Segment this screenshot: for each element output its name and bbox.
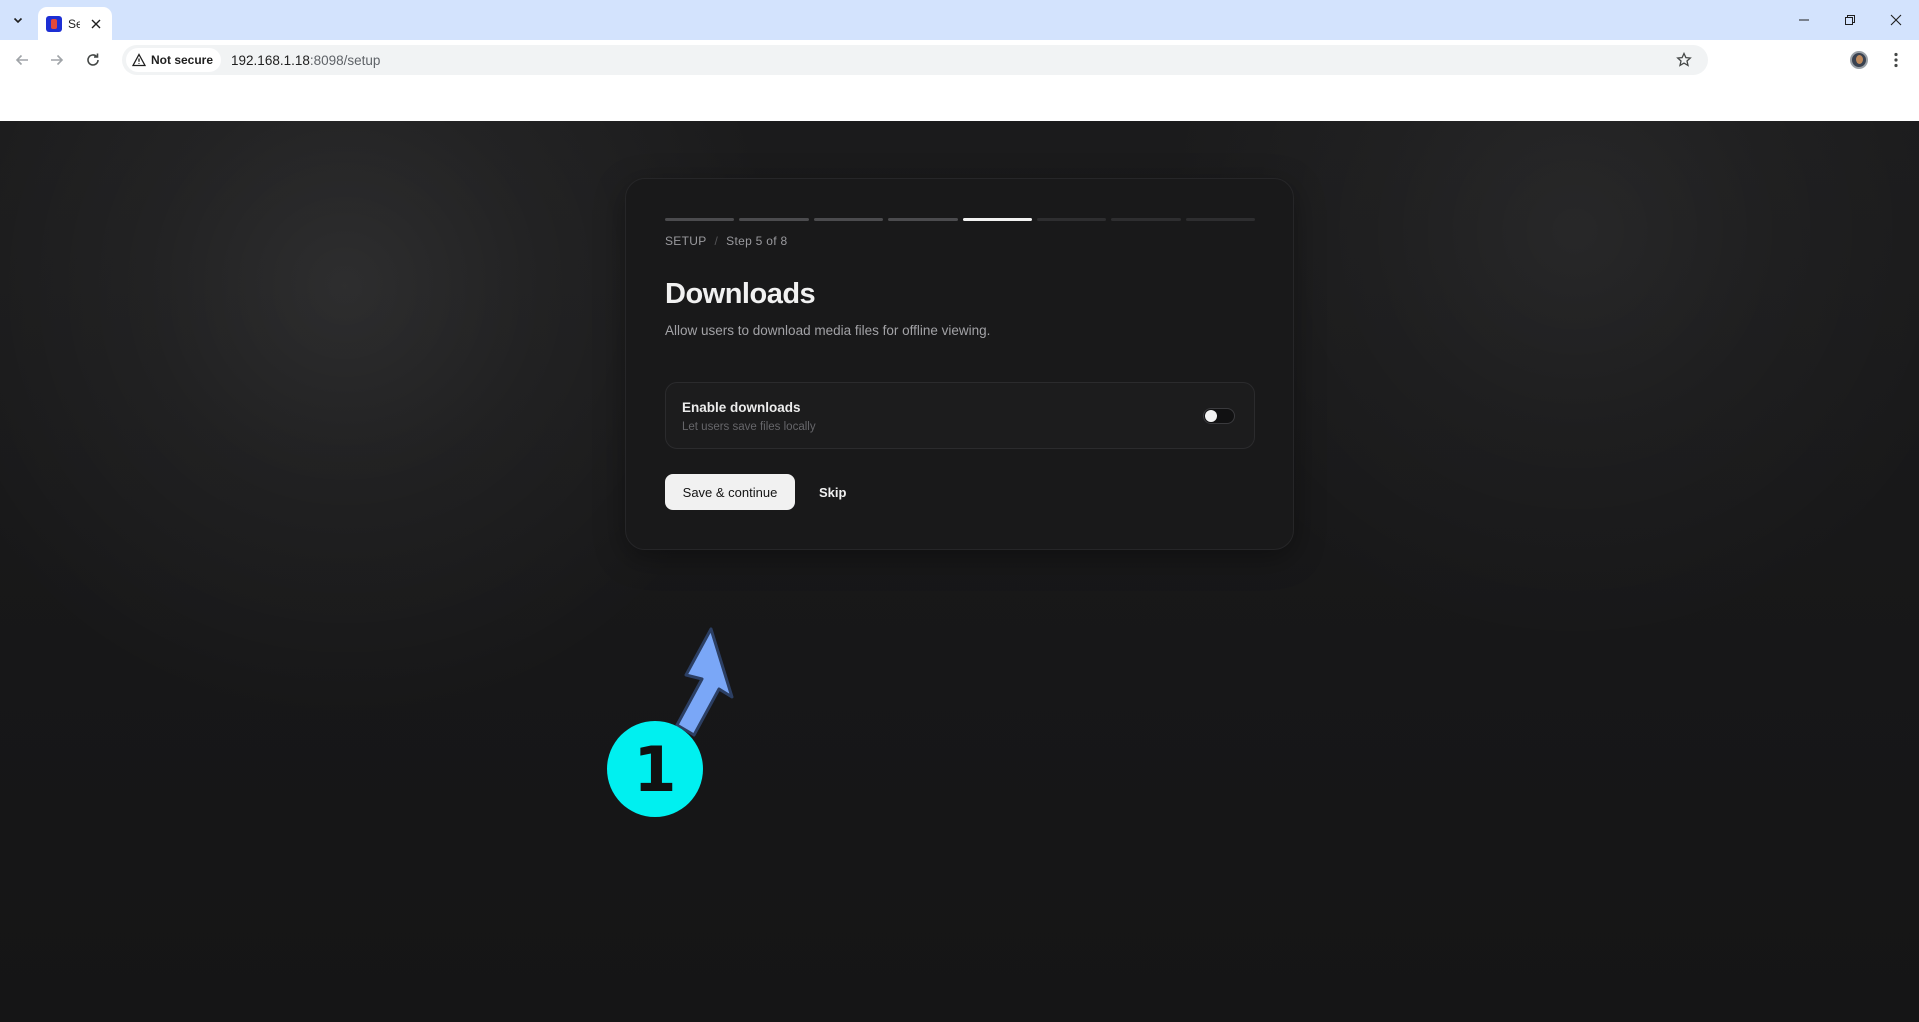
minimize-icon bbox=[1799, 19, 1809, 21]
step-progress bbox=[665, 218, 1255, 221]
minimize-button[interactable] bbox=[1781, 0, 1827, 40]
close-icon bbox=[91, 19, 101, 28]
option-title: Enable downloads bbox=[682, 400, 801, 415]
forward-button[interactable] bbox=[45, 48, 69, 72]
address-bar[interactable]: Not secure 192.168.1.18:8098/setup bbox=[122, 45, 1708, 75]
browser-tab[interactable]: Se bbox=[38, 7, 112, 40]
reload-button[interactable] bbox=[81, 48, 105, 72]
progress-step-5 bbox=[962, 218, 1032, 221]
warning-icon bbox=[132, 53, 146, 67]
breadcrumb: SETUP / Step 5 of 8 bbox=[665, 234, 788, 248]
save-continue-button[interactable]: Save & continue bbox=[665, 474, 795, 510]
breadcrumb-section: SETUP bbox=[665, 234, 707, 248]
progress-step-6 bbox=[1036, 218, 1107, 221]
browser-tabstrip: Se bbox=[0, 0, 1919, 40]
security-chip[interactable]: Not secure bbox=[126, 48, 222, 72]
setup-page: SETUP / Step 5 of 8 Downloads Allow user… bbox=[0, 121, 1919, 1022]
annotation-step-badge: 1 bbox=[607, 721, 703, 817]
enable-downloads-option: Enable downloads Let users save files lo… bbox=[665, 382, 1255, 449]
site-favicon-icon bbox=[46, 15, 62, 32]
tab-title: Se bbox=[68, 16, 80, 31]
restore-button[interactable] bbox=[1827, 0, 1873, 40]
restore-icon bbox=[1845, 15, 1855, 25]
option-description: Let users save files locally bbox=[682, 421, 816, 433]
browser-toolbar: Not secure 192.168.1.18:8098/setup bbox=[0, 40, 1919, 80]
page-title: Downloads bbox=[665, 278, 816, 310]
breadcrumb-separator: / bbox=[714, 234, 719, 248]
close-window-button[interactable] bbox=[1873, 0, 1919, 40]
chevron-down-icon bbox=[13, 17, 23, 24]
url-text[interactable]: 192.168.1.18:8098/setup bbox=[231, 53, 380, 68]
progress-step-3 bbox=[813, 218, 884, 221]
enable-downloads-toggle[interactable] bbox=[1203, 408, 1235, 424]
setup-card: SETUP / Step 5 of 8 Downloads Allow user… bbox=[625, 178, 1294, 550]
page-subtitle: Allow users to download media files for … bbox=[665, 323, 991, 338]
url-path: :8098/setup bbox=[309, 52, 381, 68]
progress-step-8 bbox=[1185, 218, 1255, 221]
progress-step-4 bbox=[888, 218, 958, 221]
progress-step-2 bbox=[739, 218, 809, 221]
skip-button[interactable]: Skip bbox=[807, 474, 858, 510]
tab-list-button[interactable] bbox=[7, 9, 29, 31]
security-label: Not secure bbox=[151, 53, 214, 67]
back-button[interactable] bbox=[10, 48, 34, 72]
tab-close-button[interactable] bbox=[88, 16, 104, 32]
bookmark-star-button[interactable] bbox=[1674, 50, 1694, 70]
kebab-menu-icon bbox=[1894, 52, 1898, 68]
progress-step-7 bbox=[1111, 218, 1181, 221]
toolbar-spacer bbox=[0, 80, 1919, 121]
reload-icon bbox=[87, 53, 99, 66]
window-controls bbox=[1781, 0, 1919, 40]
close-icon bbox=[1890, 14, 1902, 26]
forward-icon bbox=[51, 54, 64, 66]
browser-menu-button[interactable] bbox=[1886, 50, 1906, 70]
progress-step-1 bbox=[665, 218, 735, 221]
toggle-knob bbox=[1205, 410, 1217, 422]
back-icon bbox=[15, 54, 28, 66]
breadcrumb-step: Step 5 of 8 bbox=[726, 234, 788, 248]
url-host: 192.168.1.18 bbox=[231, 52, 310, 68]
star-icon bbox=[1676, 52, 1692, 67]
profile-avatar[interactable] bbox=[1850, 51, 1868, 69]
